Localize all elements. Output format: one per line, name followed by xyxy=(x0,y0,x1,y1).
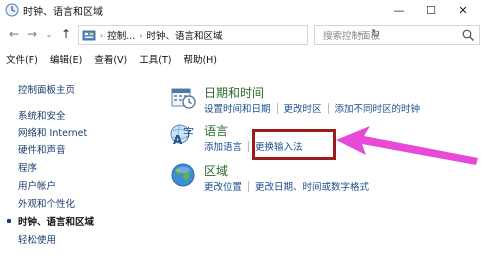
link-change-timezone[interactable]: 更改时区 xyxy=(284,101,322,115)
menu-help[interactable]: 帮助(H) xyxy=(183,52,217,66)
category-title-region[interactable]: 区域 xyxy=(204,162,228,179)
sidebar-item-hardware-sound[interactable]: 硬件和声音 xyxy=(18,142,66,156)
svg-text:A: A xyxy=(173,133,183,147)
sidebar-item-clock-language-region[interactable]: 时钟、语言和区域 xyxy=(18,214,94,228)
search-icon[interactable] xyxy=(461,28,475,42)
address-bar[interactable]: › 控制... › 时钟、语言和区域 ⌄ ↻ xyxy=(78,25,380,45)
menu-tools[interactable]: 工具(T) xyxy=(139,52,171,66)
back-button[interactable]: ← xyxy=(6,25,22,43)
breadcrumb-separator-icon: › xyxy=(100,30,104,40)
link-divider xyxy=(327,102,329,114)
sidebar-item-ease-of-access[interactable]: 轻松使用 xyxy=(18,232,56,246)
close-icon: ✕ xyxy=(458,3,468,17)
breadcrumb-clock-language-region[interactable]: 时钟、语言和区域 xyxy=(146,28,222,42)
control-panel-clock-icon xyxy=(5,3,19,17)
sidebar-item-programs[interactable]: 程序 xyxy=(18,160,37,174)
link-divider xyxy=(248,180,250,192)
menu-file[interactable]: 文件(F) xyxy=(6,52,38,66)
category-links: 设置时间和日期 更改时区 添加不同时区的时钟 xyxy=(204,101,420,115)
link-divider xyxy=(248,140,250,152)
svg-text:字: 字 xyxy=(183,125,194,139)
category-links: 更改位置 更改日期、时间或数字格式 xyxy=(204,179,369,193)
sidebar-item-system-security[interactable]: 系统和安全 xyxy=(18,108,66,122)
category-title-language[interactable]: 语言 xyxy=(204,122,228,139)
search-box[interactable]: 搜索控制面板 xyxy=(314,25,480,45)
navigation-bar: ← → ⌄ ↑ › 控制... › 时钟、语言和区域 ⌄ ↻ 搜索控制面板 xyxy=(0,21,484,47)
link-add-language[interactable]: 添加语言 xyxy=(204,139,242,153)
sidebar-item-home[interactable]: 控制面板主页 xyxy=(18,82,75,96)
link-set-time-date[interactable]: 设置时间和日期 xyxy=(204,101,271,115)
menu-view[interactable]: 查看(V) xyxy=(94,52,127,66)
window-title: 时钟、语言和区域 xyxy=(23,7,103,18)
control-panel-icon xyxy=(82,30,96,41)
chevron-down-icon: ⌄ xyxy=(45,29,53,39)
title-bar: 时钟、语言和区域 — ☐ ✕ xyxy=(0,0,484,20)
breadcrumb-separator-icon: › xyxy=(139,30,143,40)
current-item-bullet-icon xyxy=(7,219,11,223)
forward-arrow-icon: → xyxy=(26,27,38,41)
search-input[interactable]: 搜索控制面板 xyxy=(323,28,461,42)
breadcrumb-control-panel[interactable]: 控制... xyxy=(107,28,135,42)
region-globe-icon xyxy=(171,163,195,187)
language-icon: A 字 xyxy=(170,124,194,147)
sidebar-item-network[interactable]: 网络和 Internet xyxy=(18,125,87,139)
sidebar-item-user-accounts[interactable]: 用户帐户 xyxy=(18,178,56,192)
close-button[interactable]: ✕ xyxy=(448,0,478,20)
menu-bar: 文件(F) 编辑(E) 查看(V) 工具(T) 帮助(H) xyxy=(0,50,484,67)
back-arrow-icon: ← xyxy=(8,27,20,41)
up-arrow-icon: ↑ xyxy=(60,27,72,41)
link-change-formats[interactable]: 更改日期、时间或数字格式 xyxy=(255,179,369,193)
highlight-box xyxy=(252,129,336,160)
link-divider xyxy=(276,102,278,114)
minimize-button[interactable]: — xyxy=(384,0,414,20)
maximize-icon: ☐ xyxy=(426,3,436,17)
maximize-button[interactable]: ☐ xyxy=(416,0,446,20)
menu-edit[interactable]: 编辑(E) xyxy=(50,52,82,66)
category-title-date-time[interactable]: 日期和时间 xyxy=(204,84,264,101)
pointer-arrow-icon xyxy=(336,126,478,165)
link-add-clocks[interactable]: 添加不同时区的时钟 xyxy=(335,101,421,115)
recent-locations-button[interactable]: ⌄ xyxy=(44,25,54,43)
sidebar-item-appearance[interactable]: 外观和个性化 xyxy=(18,196,75,210)
up-button[interactable]: ↑ xyxy=(58,25,74,43)
forward-button[interactable]: → xyxy=(24,25,40,43)
minimize-icon: — xyxy=(393,3,405,17)
calendar-clock-icon xyxy=(171,88,196,109)
link-change-location[interactable]: 更改位置 xyxy=(204,179,242,193)
